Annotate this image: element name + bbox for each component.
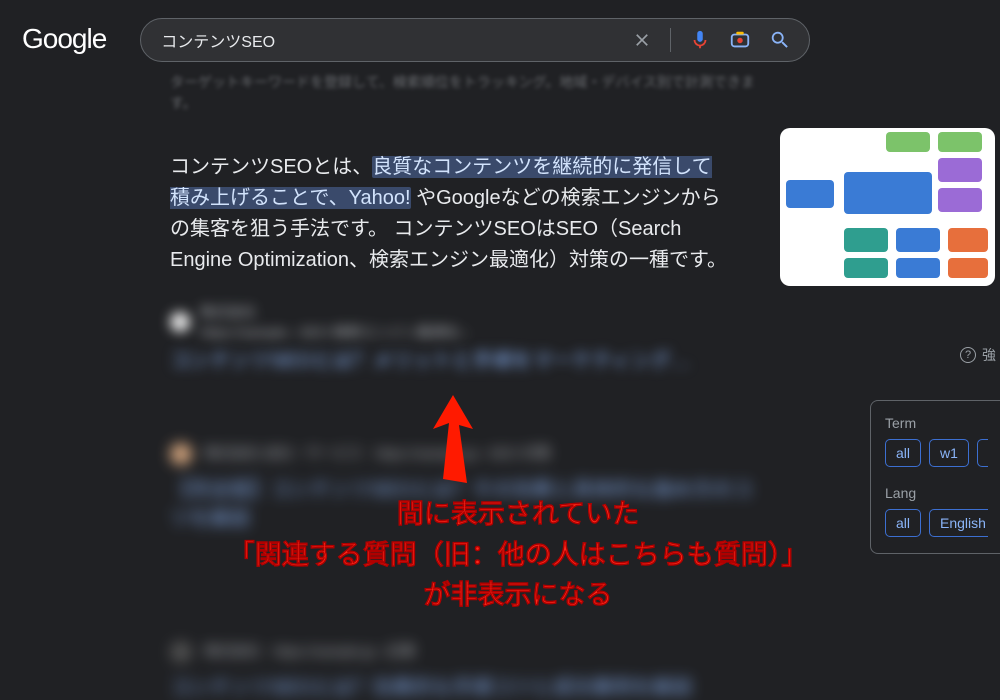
filter-panel: Term all w1 m1 Lang all English	[870, 400, 1000, 554]
featured-snippet: コンテンツSEOとは、良質なコンテンツを継続的に発信して積み上げることで、Yah…	[170, 152, 760, 373]
header: Google	[0, 0, 1000, 72]
featured-pre: コンテンツSEOとは、	[170, 156, 372, 178]
mic-icon[interactable]	[689, 29, 711, 51]
result-url: https://sample.jp › 記事	[273, 641, 415, 661]
source-url: https://sample › SEO 検索エンジン最適化 ›	[200, 322, 468, 342]
search-bar[interactable]	[140, 18, 810, 62]
chip-term-w1[interactable]: w1	[929, 439, 969, 467]
chip-term-m1[interactable]: m1	[977, 439, 988, 467]
divider	[670, 28, 671, 52]
chip-lang-english[interactable]: English	[929, 509, 988, 537]
result-title[interactable]: 【完全版】コンテンツSEOとは？その効果と具体的な進め方のコツを解説	[170, 473, 760, 531]
sponsored-snippet: ターゲットキーワードを登録して、検索順位をトラッキング。地域・デバイス別で計測で…	[170, 72, 760, 114]
help-icon: ?	[960, 347, 976, 363]
result-site: 株式会社	[204, 641, 260, 661]
search-icon[interactable]	[769, 29, 791, 51]
search-icons	[632, 28, 791, 52]
clear-icon[interactable]	[632, 30, 652, 50]
help-text: 強	[982, 345, 996, 365]
search-input[interactable]	[161, 31, 632, 49]
featured-title[interactable]: コンテンツSEOとは？メリットと手順をマーケティング…	[170, 344, 760, 373]
source-site: 株式会社	[200, 302, 468, 322]
lang-chips: all English	[885, 509, 988, 537]
favicon	[170, 443, 192, 465]
featured-text: コンテンツSEOとは、良質なコンテンツを継続的に発信して積み上げることで、Yah…	[170, 152, 730, 276]
result-site: 株式会社 会社・サービス	[204, 443, 362, 463]
search-result[interactable]: 株式会社 会社・サービス https://sample.jp › SEO 対策 …	[170, 443, 760, 531]
chip-lang-all[interactable]: all	[885, 509, 921, 537]
google-logo[interactable]: Google	[22, 23, 106, 55]
featured-image[interactable]	[780, 128, 995, 286]
term-label: Term	[885, 415, 988, 431]
chip-term-all[interactable]: all	[885, 439, 921, 467]
favicon	[170, 641, 192, 663]
featured-source[interactable]: 株式会社 https://sample › SEO 検索エンジン最適化 ›	[170, 302, 760, 342]
favicon	[170, 312, 190, 332]
feedback-link[interactable]: ? 強	[960, 345, 996, 365]
lens-icon[interactable]	[729, 29, 751, 51]
term-chips: all w1 m1	[885, 439, 988, 467]
result-title[interactable]: コンテンツSEOとは？効果的な手順コツと成功事例を解説	[170, 671, 760, 700]
results-column: ターゲットキーワードを登録して、検索順位をトラッキング。地域・デバイス別で計測で…	[170, 72, 760, 700]
result-url: https://sample.jp › SEO 対策	[375, 443, 551, 463]
lang-label: Lang	[885, 485, 988, 501]
search-result[interactable]: 株式会社 https://sample.jp › 記事 コンテンツSEOとは？効…	[170, 641, 760, 700]
